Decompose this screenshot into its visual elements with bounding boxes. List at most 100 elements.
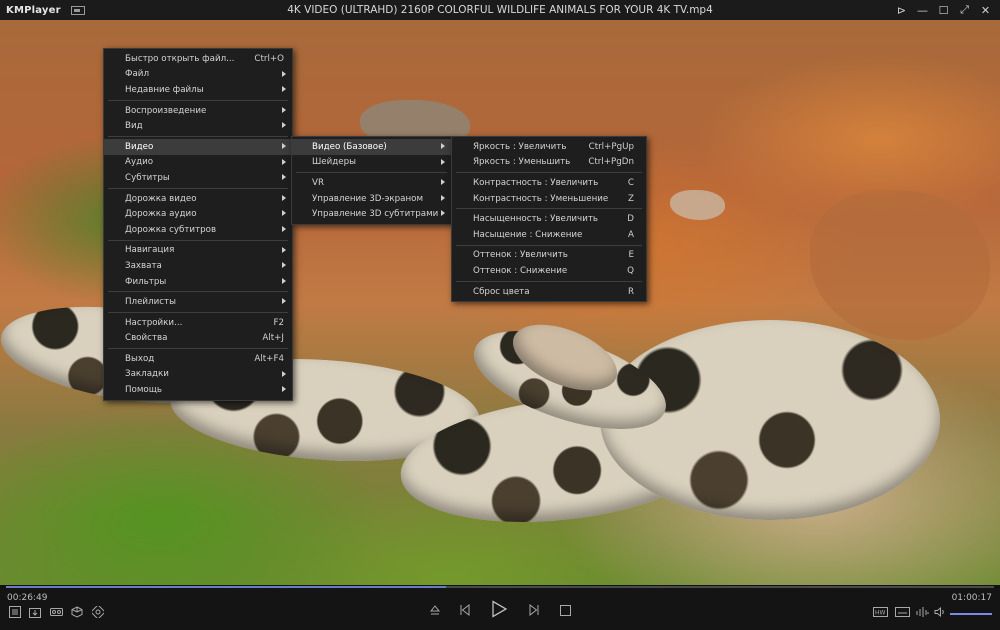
menu-item-reset-color[interactable]: Сброс цвета R: [452, 284, 646, 300]
pin-icon[interactable]: ⊳: [891, 0, 912, 20]
submenu-arrow-icon: [282, 122, 286, 129]
submenu-arrow-icon: [282, 225, 286, 232]
volume-icon[interactable]: [933, 606, 947, 618]
eject-icon[interactable]: [427, 602, 443, 618]
minimize-button[interactable]: —: [912, 0, 933, 20]
menu-item-audio[interactable]: Аудио: [104, 155, 292, 171]
menu-item-subtitles[interactable]: Субтитры: [104, 170, 292, 186]
menu-item-bookmarks[interactable]: Закладки: [104, 367, 292, 383]
menu-item-shaders[interactable]: Шейдеры: [292, 155, 451, 171]
current-time: 00:26:49: [7, 593, 48, 603]
control-bar: 00:26:49 01:00:17 HW: [0, 588, 1000, 630]
menu-item-playlists[interactable]: Плейлисты: [104, 294, 292, 310]
submenu-arrow-icon: [282, 298, 286, 305]
menu-item-saturation-down[interactable]: Насыщение : Снижение A: [452, 227, 646, 243]
menu-item-hue-up[interactable]: Оттенок : Увеличить E: [452, 248, 646, 264]
submenu-arrow-icon: [282, 70, 286, 77]
window-controls: ⊳ — ☐ ⤢ ✕: [891, 0, 996, 20]
menu-item-video[interactable]: Видео: [104, 138, 292, 155]
submenu-arrow-icon: [441, 179, 445, 186]
equalizer-icon[interactable]: [915, 606, 929, 618]
submenu-arrow-icon: [282, 386, 286, 393]
menu-item-navigation[interactable]: Навигация: [104, 243, 292, 259]
volume-slider[interactable]: [950, 613, 992, 615]
background-rock: [810, 190, 990, 340]
volume-slider-fill: [950, 613, 992, 615]
menu-separator: [108, 291, 288, 293]
submenu-arrow-icon: [441, 194, 445, 201]
menu-item-exit[interactable]: Выход Alt+F4: [104, 351, 292, 367]
menu-item-view[interactable]: Вид: [104, 118, 292, 134]
menu-separator: [108, 187, 288, 189]
menu-separator: [108, 99, 288, 101]
submenu-arrow-icon: [282, 370, 286, 377]
menu-item-recent[interactable]: Недавние файлы: [104, 82, 292, 98]
menu-separator: [456, 280, 642, 282]
menu-item-subtitle-track[interactable]: Дорожка субтитров: [104, 222, 292, 238]
playlist-icon[interactable]: [8, 605, 22, 619]
menu-separator: [456, 244, 642, 246]
submenu-arrow-icon: [282, 277, 286, 284]
submenu-arrow-icon: [441, 158, 445, 165]
submenu-arrow-icon: [282, 210, 286, 217]
context-menu: Быстро открыть файл... Ctrl+O Файл Недавн…: [103, 48, 293, 401]
menu-item-capture[interactable]: Захвата: [104, 258, 292, 274]
menu-item-video-track[interactable]: Дорожка видео: [104, 191, 292, 207]
menu-item-brightness-down[interactable]: Яркость : Уменьшить Ctrl+PgDn: [452, 155, 646, 171]
maximize-button[interactable]: ☐: [933, 0, 954, 20]
stop-icon[interactable]: [557, 602, 573, 618]
menu-separator: [296, 172, 447, 174]
submenu-arrow-icon: [282, 194, 286, 201]
submenu-arrow-icon: [282, 142, 286, 149]
open-file-icon[interactable]: [28, 605, 42, 619]
vr-icon[interactable]: [49, 605, 63, 619]
menu-item-saturation-up[interactable]: Насыщенность : Увеличить D: [452, 211, 646, 227]
menu-item-quick-open[interactable]: Быстро открыть файл... Ctrl+O: [104, 51, 292, 67]
screen-icon[interactable]: [70, 5, 85, 15]
submenu-arrow-icon: [282, 246, 286, 253]
menu-item-contrast-down[interactable]: Контрастность : Уменьшение Z: [452, 191, 646, 207]
menu-item-brightness-up[interactable]: Яркость : Увеличить Ctrl+PgUp: [452, 139, 646, 155]
previous-icon[interactable]: [457, 602, 473, 618]
fullscreen-button[interactable]: ⤢: [954, 0, 975, 20]
menu-item-vr[interactable]: VR: [292, 175, 451, 191]
menu-item-3d-screen[interactable]: Управление 3D-экраном: [292, 191, 451, 207]
menu-item-hue-down[interactable]: Оттенок : Снижение Q: [452, 263, 646, 279]
menu-separator: [108, 135, 288, 137]
background-rock: [670, 190, 725, 220]
menu-item-contrast-up[interactable]: Контрастность : Увеличить C: [452, 175, 646, 191]
menu-item-help[interactable]: Помощь: [104, 382, 292, 398]
play-icon[interactable]: [488, 598, 510, 620]
next-icon[interactable]: [526, 602, 542, 618]
menu-item-file[interactable]: Файл: [104, 67, 292, 83]
subtitle-icon[interactable]: [894, 606, 910, 618]
app-logo[interactable]: KMPlayer: [6, 5, 61, 16]
video-submenu: Видео (Базовое) Шейдеры VR Управление 3D…: [291, 136, 452, 225]
svg-text:HW: HW: [875, 610, 886, 617]
title-bar: KMPlayer 4K VIDEO (ULTRAHD) 2160P COLORF…: [0, 0, 1000, 20]
hw-decoder-icon[interactable]: HW: [872, 606, 888, 618]
menu-item-settings[interactable]: Настройки... F2: [104, 315, 292, 331]
menu-item-filters[interactable]: Фильтры: [104, 274, 292, 290]
total-time[interactable]: 01:00:17: [952, 593, 992, 603]
menu-item-video-basic[interactable]: Видео (Базовое): [292, 139, 451, 155]
submenu-arrow-icon: [441, 210, 445, 217]
menu-separator: [108, 311, 288, 313]
settings-icon[interactable]: [91, 605, 105, 619]
submenu-arrow-icon: [282, 86, 286, 93]
submenu-arrow-icon: [282, 174, 286, 181]
menu-item-properties[interactable]: Свойства Alt+J: [104, 331, 292, 347]
menu-separator: [456, 208, 642, 210]
3d-cube-icon[interactable]: [70, 605, 84, 619]
menu-separator: [108, 348, 288, 350]
submenu-arrow-icon: [282, 158, 286, 165]
close-button[interactable]: ✕: [975, 0, 996, 20]
menu-item-audio-track[interactable]: Дорожка аудио: [104, 206, 292, 222]
menu-item-3d-subtitles[interactable]: Управление 3D субтитрами: [292, 206, 451, 222]
video-basic-submenu: Яркость : Увеличить Ctrl+PgUp Яркость : У…: [451, 136, 647, 303]
menu-item-playback[interactable]: Воспроизведение: [104, 103, 292, 119]
submenu-arrow-icon: [282, 262, 286, 269]
submenu-arrow-icon: [282, 106, 286, 113]
menu-separator: [456, 172, 642, 174]
submenu-arrow-icon: [441, 143, 445, 149]
